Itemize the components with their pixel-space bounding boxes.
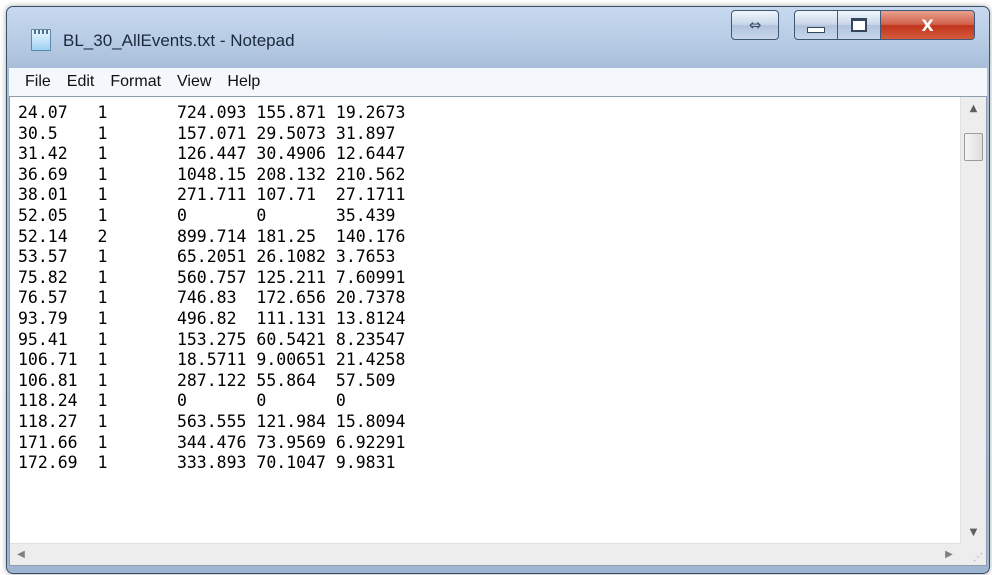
menu-bar: File Edit Format View Help [9, 68, 987, 97]
text-line: 31.42 1 126.447 30.4906 12.6447 [18, 144, 406, 164]
text-editor[interactable]: 24.07 1 724.093 155.871 19.2673 30.5 1 1… [9, 96, 987, 566]
resize-grip-icon[interactable]: ⋰ [960, 543, 986, 565]
maximize-icon [851, 18, 867, 32]
text-line: 171.66 1 344.476 73.9569 6.92291 [18, 432, 406, 452]
window-title: BL_30_AllEvents.txt - Notepad [63, 31, 295, 50]
menu-file[interactable]: File [17, 73, 59, 91]
menu-help[interactable]: Help [219, 73, 268, 91]
text-line: 118.27 1 563.555 121.984 15.8094 [18, 411, 406, 431]
text-line: 75.82 1 560.757 125.211 7.60991 [18, 267, 406, 287]
text-line: 95.41 1 153.275 60.5421 8.23547 [18, 329, 406, 349]
menu-edit[interactable]: Edit [59, 73, 103, 91]
text-content[interactable]: 24.07 1 724.093 155.871 19.2673 30.5 1 1… [18, 103, 958, 541]
horizontal-scrollbar[interactable]: ◀ ▶ [10, 543, 960, 565]
title-bar[interactable]: BL_30_AllEvents.txt - Notepad ⇔ X [7, 7, 989, 61]
text-line: 53.57 1 65.2051 26.1082 3.7653 [18, 247, 396, 267]
minimize-icon [807, 27, 825, 33]
text-line: 38.01 1 271.711 107.71 27.1711 [18, 185, 406, 205]
text-line: 106.81 1 287.122 55.864 57.509 [18, 370, 396, 390]
menu-view[interactable]: View [169, 73, 219, 91]
close-button[interactable]: X [880, 10, 975, 40]
scroll-right-icon[interactable]: ▶ [938, 544, 960, 565]
snap-button[interactable]: ⇔ [731, 10, 779, 40]
scroll-down-icon[interactable]: ▼ [961, 521, 986, 543]
text-line: 106.71 1 18.5711 9.00651 21.4258 [18, 350, 406, 370]
text-line: 93.79 1 496.82 111.131 13.8124 [18, 308, 406, 328]
text-line: 52.14 2 899.714 181.25 140.176 [18, 226, 406, 246]
text-line: 24.07 1 724.093 155.871 19.2673 [18, 103, 406, 122]
notepad-window: BL_30_AllEvents.txt - Notepad ⇔ X File E… [6, 6, 990, 574]
vertical-scrollbar[interactable]: ▲ ▼ [960, 97, 986, 543]
scroll-left-icon[interactable]: ◀ [10, 544, 32, 565]
text-line: 36.69 1 1048.15 208.132 210.562 [18, 164, 406, 184]
scroll-thumb[interactable] [964, 133, 983, 161]
maximize-button[interactable] [837, 10, 881, 40]
text-line: 172.69 1 333.893 70.1047 9.9831 [18, 453, 396, 473]
scroll-up-icon[interactable]: ▲ [961, 97, 986, 119]
menu-format[interactable]: Format [102, 73, 169, 91]
text-line: 30.5 1 157.071 29.5073 31.897 [18, 123, 396, 143]
text-line: 118.24 1 0 0 0 [18, 391, 346, 411]
minimize-button[interactable] [794, 10, 838, 40]
text-line: 76.57 1 746.83 172.656 20.7378 [18, 288, 406, 308]
notepad-icon[interactable] [31, 29, 51, 51]
text-line: 52.05 1 0 0 35.439 [18, 205, 396, 225]
